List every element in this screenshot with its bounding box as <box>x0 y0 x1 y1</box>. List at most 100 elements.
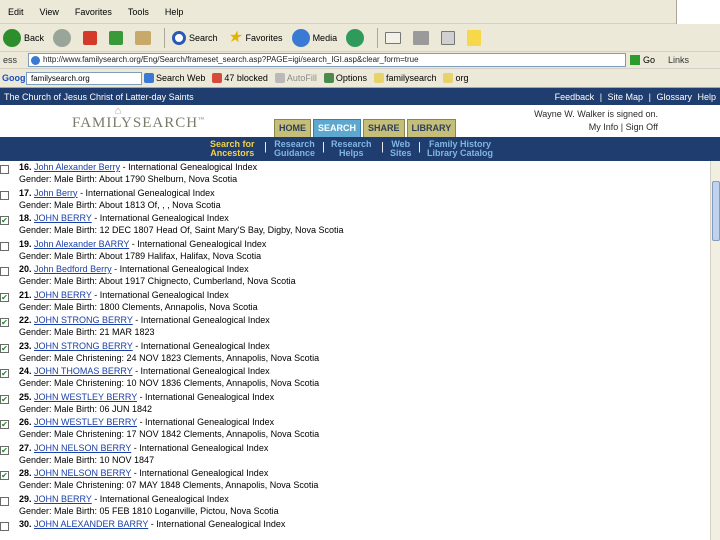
result-checkbox[interactable] <box>0 267 9 276</box>
help-link[interactable]: Help <box>697 92 716 102</box>
menu-help[interactable]: Help <box>157 7 192 17</box>
url-field[interactable]: http://www.familysearch.org/Eng/Search/f… <box>28 53 626 67</box>
familysearch-logo[interactable]: FAMILYSEARCH™ <box>72 115 205 132</box>
result-name-link[interactable]: JOHN NELSON BERRY <box>34 443 131 453</box>
result-name-link[interactable]: JOHN STRONG BERRY <box>34 341 133 351</box>
result-checkbox[interactable]: ✔ <box>0 216 9 225</box>
glossary-link[interactable]: Glossary <box>656 92 692 102</box>
result-row: ✔ 26. JOHN WESTLEY BERRY - International … <box>0 416 710 442</box>
result-row: ✔ 18. JOHN BERRY - International Genealog… <box>0 212 710 238</box>
edit-button[interactable] <box>438 27 458 49</box>
result-name-link[interactable]: JOHN BERRY <box>34 494 92 504</box>
back-button[interactable]: Back <box>0 27 44 49</box>
tab-search[interactable]: SEARCH <box>313 119 362 137</box>
result-checkbox[interactable]: ✔ <box>0 369 9 378</box>
highlight-familysearch-button[interactable]: familysearch <box>373 73 436 83</box>
result-detail: Gender: Male Birth: About 1813 Of, , , N… <box>19 199 221 210</box>
subnav-research-guidance[interactable]: Research Guidance <box>274 140 315 158</box>
result-checkbox[interactable]: ✔ <box>0 445 9 455</box>
site-map-link[interactable]: Site Map <box>608 92 644 102</box>
result-source: - International Genealogical Index <box>131 468 269 478</box>
result-number: 18. <box>19 213 32 223</box>
result-name-link[interactable]: John Alexander Berry <box>34 162 120 172</box>
result-checkbox[interactable]: ✔ <box>0 394 9 404</box>
result-title-line: 18. JOHN BERRY - International Genealogi… <box>19 213 229 223</box>
history-button[interactable] <box>343 27 367 49</box>
home-button[interactable] <box>132 27 154 49</box>
search-subnav: Search for Ancestors | Research Guidance… <box>0 137 720 161</box>
subnav-library-catalog[interactable]: Family History Library Catalog <box>427 140 493 158</box>
result-checkbox[interactable]: ✔ <box>0 471 9 480</box>
options-label: Options <box>335 73 367 83</box>
result-checkbox[interactable]: ✔ <box>0 343 9 353</box>
result-row: 29. JOHN BERRY - International Genealogi… <box>0 493 710 519</box>
links-button[interactable]: Links <box>664 55 689 65</box>
result-checkbox[interactable] <box>0 165 9 174</box>
result-checkbox[interactable]: ✔ <box>0 292 9 302</box>
menu-favorites[interactable]: Favorites <box>67 7 120 17</box>
church-title[interactable]: The Church of Jesus Christ of Latter-day… <box>4 92 194 102</box>
print-button[interactable] <box>410 27 432 49</box>
options-button[interactable]: Options <box>323 73 367 83</box>
subnav-web-sites[interactable]: Web Sites <box>390 140 412 158</box>
search-web-icon <box>144 73 154 83</box>
autofill-button[interactable]: AutoFill <box>274 73 317 83</box>
result-name-link[interactable]: JOHN STRONG BERRY <box>34 315 133 325</box>
tab-share[interactable]: SHARE <box>363 119 405 137</box>
result-number: 16. <box>19 162 32 172</box>
autofill-icon <box>274 73 285 83</box>
vertical-scrollbar[interactable] <box>710 161 720 540</box>
search-button[interactable]: Search <box>169 27 218 49</box>
result-name-link[interactable]: John Bedford Berry <box>34 264 112 274</box>
menu-edit[interactable]: Edit <box>0 7 32 17</box>
feedback-link[interactable]: Feedback <box>555 92 595 102</box>
result-source: - International Genealogical Index <box>132 340 270 351</box>
favorites-button[interactable]: ★ Favorites <box>224 27 282 49</box>
result-checkbox[interactable]: ✔ <box>0 318 9 327</box>
result-checkbox[interactable]: ✔ <box>0 420 9 429</box>
result-checkbox[interactable] <box>0 241 9 251</box>
subnav-line: Guidance <box>274 148 316 158</box>
result-name-link[interactable]: John Berry <box>34 188 78 198</box>
google-logo[interactable]: Google <box>0 73 33 83</box>
menu-tools[interactable]: Tools <box>120 7 157 17</box>
subnav-search-for-ancestors[interactable]: Search for Ancestors <box>210 140 255 158</box>
result-name-link[interactable]: JOHN WESTLEY BERRY <box>34 392 137 402</box>
menu-view[interactable]: View <box>32 7 67 17</box>
result-title-line: 23. JOHN STRONG BERRY - International Ge… <box>19 341 270 351</box>
mail-button[interactable] <box>382 27 404 49</box>
result-name-link[interactable]: JOHN BERRY <box>34 213 92 223</box>
forward-button[interactable] <box>50 27 74 49</box>
google-search-input[interactable]: familysearch.org <box>26 71 142 85</box>
result-row: ✔ 28. JOHN NELSON BERRY - International G… <box>0 467 710 493</box>
result-name-link[interactable]: JOHN THOMAS BERRY <box>34 366 133 376</box>
search-web-button[interactable]: Search Web <box>144 73 205 83</box>
result-name-link[interactable]: JOHN WESTLEY BERRY <box>34 417 137 427</box>
highlight-icon <box>443 73 454 83</box>
result-checkbox[interactable] <box>0 522 9 531</box>
result-row: ✔ 27. JOHN NELSON BERRY - International G… <box>0 442 710 468</box>
result-title-line: 26. JOHN WESTLEY BERRY - International G… <box>19 417 274 427</box>
tab-library[interactable]: LIBRARY <box>406 119 457 137</box>
result-name-link[interactable]: JOHN BERRY <box>34 290 92 300</box>
notes-button[interactable] <box>464 27 484 49</box>
go-button[interactable]: Go <box>626 55 664 65</box>
result-checkbox[interactable] <box>0 190 9 200</box>
refresh-button[interactable] <box>106 27 126 49</box>
my-info-link[interactable]: My Info <box>589 122 619 132</box>
history-icon <box>346 28 365 47</box>
search-results-list: 16. John Alexander Berry - International… <box>0 161 710 540</box>
media-button[interactable]: Media <box>289 27 337 49</box>
popup-blocker-button[interactable]: 47 blocked <box>212 73 268 83</box>
tab-home[interactable]: HOME <box>274 119 311 137</box>
scrollbar-thumb[interactable] <box>712 181 720 241</box>
highlight-org-button[interactable]: org <box>443 73 468 83</box>
result-checkbox[interactable] <box>0 496 9 506</box>
stop-button[interactable] <box>80 27 100 49</box>
sign-off-link[interactable]: Sign Off <box>626 122 658 132</box>
subnav-research-helps[interactable]: Research Helps <box>331 140 372 158</box>
result-name-link[interactable]: John Alexander BARRY <box>34 239 129 249</box>
result-name-link[interactable]: JOHN ALEXANDER BARRY <box>34 519 148 529</box>
result-detail: Gender: Male Birth: 10 NOV 1847 <box>19 454 155 465</box>
result-name-link[interactable]: JOHN NELSON BERRY <box>34 468 131 478</box>
